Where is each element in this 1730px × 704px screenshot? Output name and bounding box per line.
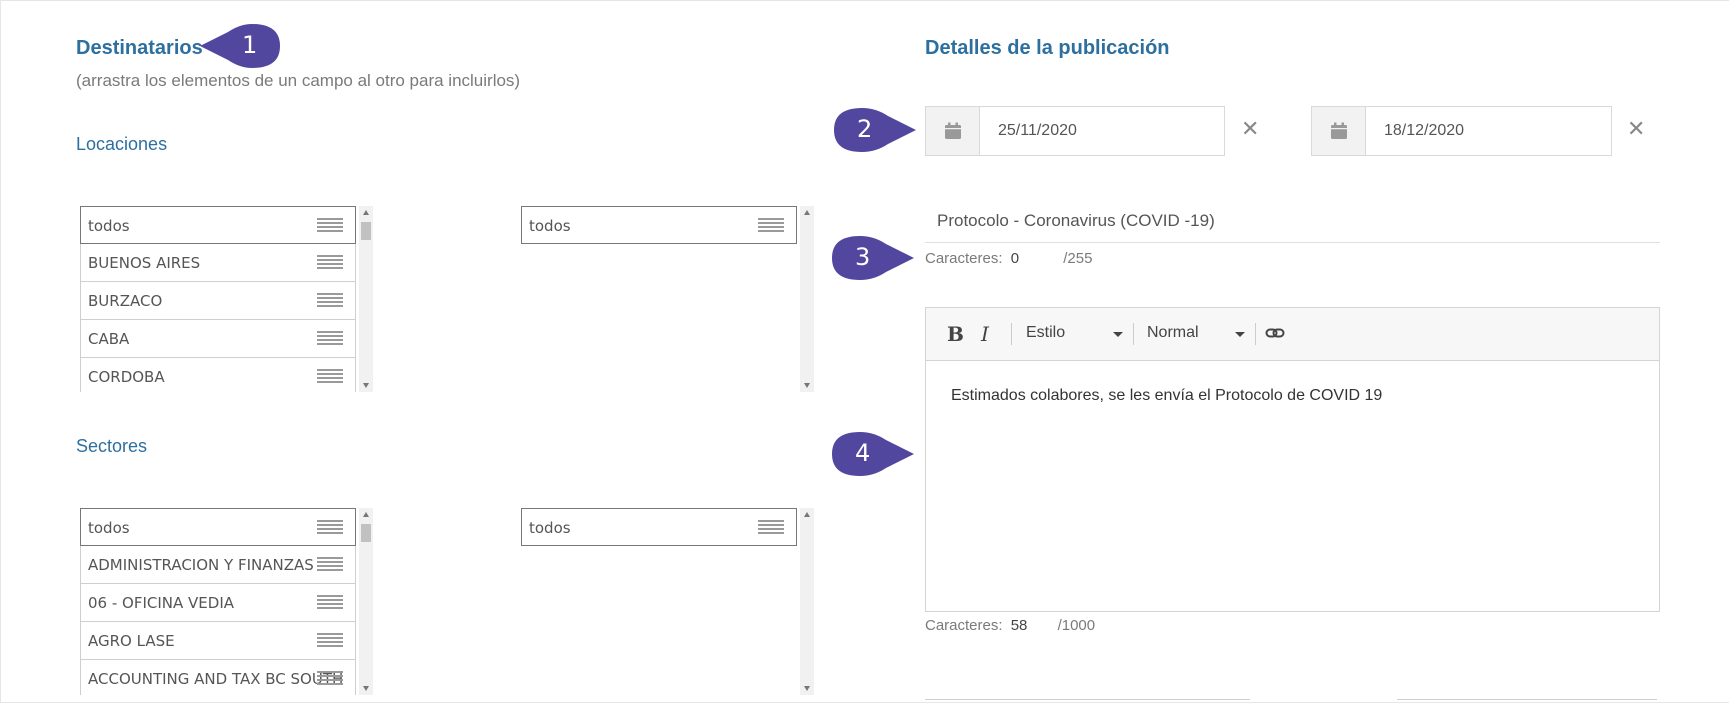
drag-handle-icon[interactable]	[758, 520, 784, 536]
locations-selected-list[interactable]: todos	[521, 206, 797, 244]
list-item[interactable]: todos	[521, 508, 797, 546]
recipients-hint: (arrastra los elementos de un campo al o…	[76, 71, 521, 90]
list-item[interactable]: ADMINISTRACION Y FINANZAS	[80, 546, 356, 584]
list-item[interactable]: CABA	[80, 320, 356, 358]
callout-marker: 3	[828, 234, 914, 282]
list-item-label: todos	[88, 519, 130, 537]
list-item[interactable]: AGRO LASE	[80, 622, 356, 660]
sectors-available-list[interactable]: todos ADMINISTRACION Y FINANZAS 06 - OFICI…	[80, 508, 356, 695]
headline-char-counter: Caracteres: 0 /255	[925, 250, 1092, 267]
list-item-label: ADMINISTRACION Y FINANZAS	[88, 556, 314, 574]
list-item[interactable]: todos	[80, 508, 356, 546]
drag-handle-icon[interactable]	[317, 520, 343, 536]
drag-handle-icon[interactable]	[317, 671, 343, 687]
scroll-thumb[interactable]	[361, 222, 371, 240]
headline-input[interactable]	[925, 200, 1660, 243]
callout-number: 4	[855, 439, 871, 467]
calendar-icon[interactable]	[926, 107, 980, 155]
counter-max: /1000	[1057, 617, 1096, 634]
toolbar-divider	[1011, 323, 1012, 345]
editor-content[interactable]: Estimados colabores, se les envía el Pro…	[926, 361, 1659, 431]
sectors-selected-list[interactable]: todos	[521, 508, 797, 546]
callout-marker: 4	[828, 430, 914, 478]
chevron-down-icon[interactable]	[1235, 332, 1245, 337]
toolbar-divider	[1133, 323, 1134, 345]
locations-available-scrollbar[interactable]	[359, 206, 373, 392]
list-item[interactable]: CORDOBA	[80, 358, 356, 392]
locations-available-list[interactable]: todos BUENOS AIRES BURZACO CABA CORDOBA	[80, 206, 356, 392]
locations-label: Locaciones	[76, 134, 168, 154]
drag-handle-icon[interactable]	[317, 218, 343, 234]
link-icon[interactable]	[1265, 324, 1285, 348]
calendar-icon[interactable]	[1312, 107, 1366, 155]
scroll-thumb[interactable]	[361, 524, 371, 542]
list-item[interactable]: todos	[521, 206, 797, 244]
callout-marker: 2	[830, 106, 916, 154]
list-item[interactable]: BURZACO	[80, 282, 356, 320]
scroll-down-arrow[interactable]	[804, 383, 810, 388]
list-item-label: todos	[88, 217, 130, 235]
scroll-down-arrow[interactable]	[804, 686, 810, 691]
scroll-up-arrow[interactable]	[804, 210, 810, 215]
counter-label: Caracteres:	[925, 250, 1003, 267]
toolbar-divider	[1255, 323, 1256, 345]
body-char-counter: Caracteres: 58 /1000	[925, 617, 1095, 634]
cutoff-field	[1397, 699, 1657, 704]
recipients-title: Destinatarios	[76, 37, 203, 59]
drag-handle-icon[interactable]	[758, 218, 784, 234]
list-item-label: BUENOS AIRES	[88, 254, 201, 272]
cutoff-field	[925, 699, 1250, 704]
callout-number: 3	[855, 243, 871, 271]
drag-handle-icon[interactable]	[317, 255, 343, 271]
chevron-down-icon[interactable]	[1113, 332, 1123, 337]
callout-number: 1	[242, 31, 258, 59]
clear-end-date-icon[interactable]: ✕	[1627, 117, 1645, 142]
list-item[interactable]: 06 - OFICINA VEDIA	[80, 584, 356, 622]
list-item-label: todos	[529, 217, 571, 235]
scroll-up-arrow[interactable]	[363, 210, 369, 215]
italic-button[interactable]: I	[981, 322, 989, 346]
end-date-input[interactable]	[1366, 107, 1611, 155]
counter-value: 0	[1010, 250, 1020, 267]
callout-number: 2	[857, 115, 873, 143]
start-date-input[interactable]	[980, 107, 1224, 155]
list-item[interactable]: BUENOS AIRES	[80, 244, 356, 282]
scroll-up-arrow[interactable]	[804, 512, 810, 517]
list-item-label: AGRO LASE	[88, 632, 175, 650]
list-item-label: CABA	[88, 330, 130, 348]
counter-label: Caracteres:	[925, 617, 1003, 634]
list-item[interactable]: todos	[80, 206, 356, 244]
scroll-down-arrow[interactable]	[363, 686, 369, 691]
list-item-label: todos	[529, 519, 571, 537]
start-date-field[interactable]	[925, 106, 1225, 156]
counter-value: 58	[1010, 617, 1028, 634]
style-dropdown[interactable]: Estilo	[1026, 324, 1065, 342]
list-item[interactable]: ACCOUNTING AND TAX BC SOUTH	[80, 660, 356, 695]
rich-text-editor[interactable]: B I Estilo Normal Estimados colabores, s…	[925, 307, 1660, 612]
drag-handle-icon[interactable]	[317, 595, 343, 611]
drag-handle-icon[interactable]	[317, 331, 343, 347]
size-dropdown[interactable]: Normal	[1147, 324, 1199, 342]
drag-handle-icon[interactable]	[317, 293, 343, 309]
drag-handle-icon[interactable]	[317, 633, 343, 649]
sectors-selected-scrollbar[interactable]	[800, 508, 814, 695]
locations-selected-scrollbar[interactable]	[800, 206, 814, 392]
publication-title: Detalles de la publicación	[925, 37, 1170, 59]
counter-max: /255	[1063, 250, 1093, 267]
clear-start-date-icon[interactable]: ✕	[1241, 117, 1259, 142]
callout-marker: 1	[200, 22, 282, 70]
list-item-label: CORDOBA	[88, 368, 165, 386]
list-item-label: ACCOUNTING AND TAX BC SOUTH	[88, 670, 344, 688]
scroll-up-arrow[interactable]	[363, 512, 369, 517]
sectors-label: Sectores	[76, 436, 148, 456]
list-item-label: BURZACO	[88, 292, 163, 310]
sectors-available-scrollbar[interactable]	[359, 508, 373, 695]
bold-button[interactable]: B	[947, 322, 964, 346]
editor-toolbar: B I Estilo Normal	[926, 308, 1659, 361]
drag-handle-icon[interactable]	[317, 557, 343, 573]
list-item-label: 06 - OFICINA VEDIA	[88, 594, 235, 612]
drag-handle-icon[interactable]	[317, 369, 343, 385]
end-date-field[interactable]	[1311, 106, 1612, 156]
scroll-down-arrow[interactable]	[363, 383, 369, 388]
